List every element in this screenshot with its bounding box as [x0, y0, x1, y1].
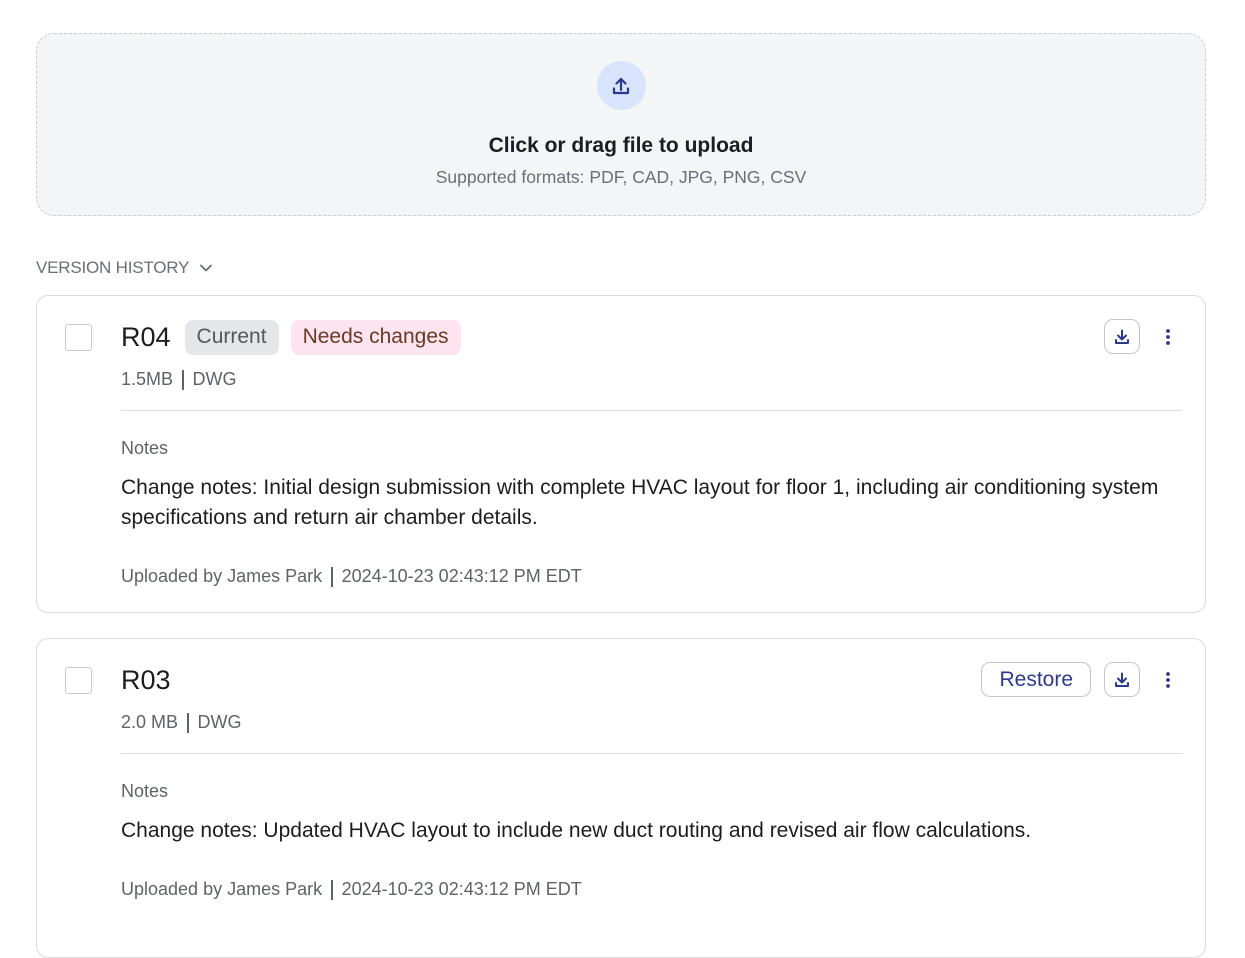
- upload-timestamp: 2024-10-23 02:43:12 PM EDT: [341, 879, 582, 899]
- upload-formats: Supported formats: PDF, CAD, JPG, PNG, C…: [435, 167, 807, 187]
- notes-text: Change notes: Updated HVAC layout to inc…: [121, 819, 1032, 842]
- upload-title: Click or drag file to upload: [488, 134, 754, 157]
- file-size: 1.5MB: [121, 369, 174, 389]
- file-type: DWG: [197, 712, 242, 732]
- download-icon: [1115, 329, 1129, 344]
- chevron-down-icon: [199, 258, 213, 278]
- separator: [182, 369, 184, 390]
- current-badge: Current: [184, 319, 279, 355]
- upload-icon: [596, 61, 646, 110]
- upload-dropzone[interactable]: Click or drag file to upload Supported f…: [36, 33, 1206, 216]
- version-title-row: R03: [121, 661, 173, 699]
- file-meta: 2.0 MB DWG: [121, 712, 242, 733]
- notes-label: Notes: [121, 438, 169, 458]
- more-vertical-icon: [1166, 328, 1170, 345]
- version-id: R04: [121, 321, 171, 352]
- separator: [331, 566, 333, 587]
- more-options-button[interactable]: [1157, 662, 1179, 697]
- separator: [187, 712, 189, 733]
- version-id: R03: [121, 664, 171, 695]
- restore-button[interactable]: Restore: [981, 662, 1091, 697]
- uploaded-by: Uploaded by James Park: [121, 566, 323, 586]
- file-size: 2.0 MB: [121, 712, 179, 732]
- card-divider: [121, 410, 1182, 411]
- separator: [331, 879, 333, 900]
- upload-info: Uploaded by James Park 2024-10-23 02:43:…: [121, 879, 582, 900]
- version-card-r03: R03 2.0 MB DWG Restore Notes Change note…: [36, 638, 1206, 958]
- download-button[interactable]: [1104, 319, 1140, 354]
- uploaded-by: Uploaded by James Park: [121, 879, 323, 899]
- more-options-button[interactable]: [1157, 319, 1179, 354]
- card-divider: [121, 753, 1182, 754]
- version-card-r04: R04 Current Needs changes 1.5MB DWG Note…: [36, 295, 1206, 613]
- version-actions: Restore: [981, 662, 1179, 697]
- version-history-label: VERSION HISTORY: [36, 258, 190, 277]
- select-version-checkbox[interactable]: [65, 324, 92, 351]
- download-icon: [1115, 672, 1129, 687]
- upload-timestamp: 2024-10-23 02:43:12 PM EDT: [341, 566, 582, 586]
- version-history-toggle[interactable]: VERSION HISTORY: [36, 257, 213, 279]
- select-version-checkbox[interactable]: [65, 667, 92, 694]
- notes-label: Notes: [121, 781, 169, 801]
- file-meta: 1.5MB DWG: [121, 369, 237, 390]
- notes-text: Change notes: Initial design submission …: [121, 476, 1159, 529]
- status-badge: Needs changes: [290, 319, 461, 355]
- version-title-row: R04 Current Needs changes: [121, 318, 461, 356]
- upload-info: Uploaded by James Park 2024-10-23 02:43:…: [121, 566, 582, 587]
- version-actions: [1104, 319, 1179, 354]
- file-type: DWG: [192, 369, 237, 389]
- download-button[interactable]: [1104, 662, 1140, 697]
- more-vertical-icon: [1166, 671, 1170, 688]
